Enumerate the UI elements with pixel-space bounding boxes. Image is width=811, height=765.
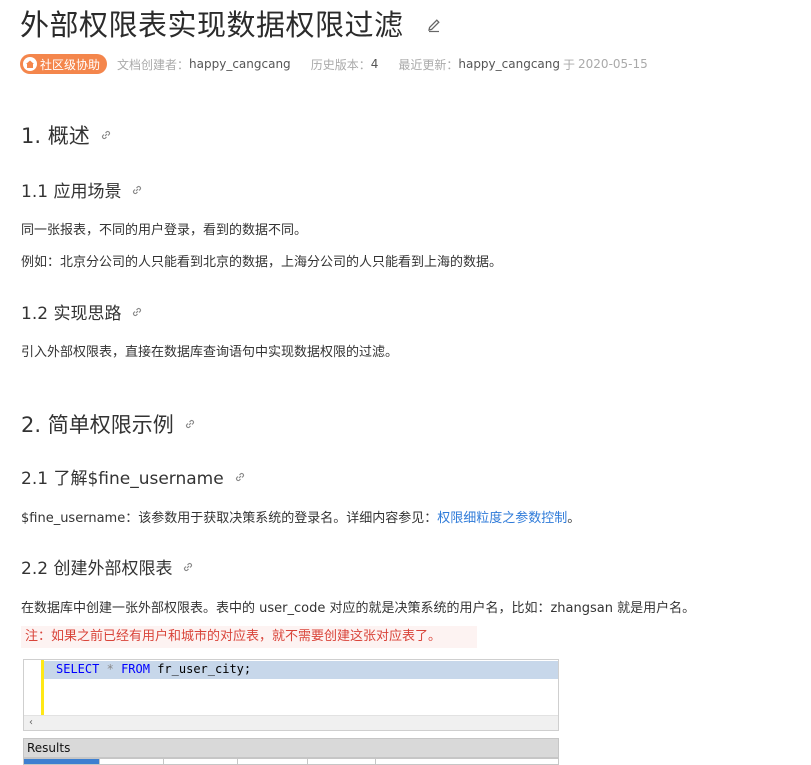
anchor-link-icon[interactable]	[131, 184, 143, 196]
updater-name: happy_cangcang	[458, 57, 561, 71]
creator-label: 文档创建者：	[117, 57, 190, 72]
heading-approach: 1.2 实现思路	[21, 299, 143, 324]
grid-column[interactable]	[308, 759, 376, 764]
community-badge: 社区级协助	[20, 54, 108, 74]
grid-column[interactable]	[164, 759, 238, 764]
version-label: 历史版本：	[310, 57, 371, 72]
scroll-left-arrow-icon[interactable]: ‹	[29, 716, 33, 730]
heading-text: 2.2 创建外部权限表	[21, 559, 173, 579]
paragraph: 同一张报表，不同的用户登录，看到的数据不同。	[21, 223, 308, 238]
table-name: fr_user_city;	[157, 662, 252, 676]
results-grid[interactable]	[23, 758, 559, 765]
paragraph: $fine_username：该参数用于获取决策系统的登录名。详细内容参见：权限…	[21, 507, 580, 526]
paragraph: 引入外部权限表，直接在数据库查询语句中实现数据权限的过滤。	[21, 345, 399, 360]
heading-text: 1.1 应用场景	[21, 182, 122, 202]
anchor-link-icon[interactable]	[100, 129, 112, 141]
heading-text: 2. 简单权限示例	[21, 413, 174, 437]
version-number[interactable]: 4	[371, 57, 379, 71]
heading-fine-username: 2.1 了解$fine_username	[21, 464, 246, 489]
paragraph-end: 。	[567, 511, 581, 526]
heading-scenario: 1.1 应用场景	[21, 177, 143, 202]
horizontal-scrollbar[interactable]: ‹	[24, 715, 558, 730]
article-meta: 社区级协助 文档创建者： happy_cangcang 历史版本： 4 最近更新…	[20, 54, 648, 74]
updated-prefix: 于	[563, 57, 576, 72]
heading-text: 1. 概述	[21, 124, 90, 148]
keyword: SELECT	[56, 662, 100, 676]
results-panel-header: Results	[23, 738, 559, 758]
heading-text: 2.1 了解$fine_username	[21, 469, 224, 489]
warning-note: 注：如果之前已经有用户和城市的对应表，就不需要创建这张对应表了。	[21, 626, 477, 648]
grid-column[interactable]	[238, 759, 308, 764]
updated-label: 最近更新：	[398, 57, 459, 72]
keyword: FROM	[121, 662, 150, 676]
sql-editor[interactable]: SELECT * FROM fr_user_city; ‹	[23, 659, 559, 731]
home-icon	[23, 57, 37, 71]
sql-code: SELECT * FROM fr_user_city;	[56, 662, 251, 676]
heading-create-table: 2.2 创建外部权限表	[21, 554, 194, 579]
gutter-marker	[41, 660, 44, 716]
grid-column[interactable]	[24, 759, 100, 764]
paragraph-text: $fine_username：该参数用于获取决策系统的登录名。详细内容参见：	[21, 511, 438, 526]
operator: *	[106, 662, 114, 676]
page-title: 外部权限表实现数据权限过滤	[20, 8, 404, 42]
updated-date: 2020-05-15	[578, 57, 648, 71]
anchor-link-icon[interactable]	[184, 418, 196, 430]
paragraph: 例如：北京分公司的人只能看到北京的数据，上海分公司的人只能看到上海的数据。	[21, 255, 503, 270]
edit-icon[interactable]	[426, 17, 442, 33]
paragraph: 在数据库中创建一张外部权限表。表中的 user_code 对应的就是决策系统的用…	[21, 601, 696, 616]
anchor-link-icon[interactable]	[131, 306, 143, 318]
anchor-link-icon[interactable]	[234, 471, 246, 483]
creator-name: happy_cangcang	[189, 57, 291, 71]
anchor-link-icon[interactable]	[182, 561, 194, 573]
heading-simple-example: 2. 简单权限示例	[21, 409, 196, 439]
heading-text: 1.2 实现思路	[21, 304, 122, 324]
grid-column[interactable]	[100, 759, 164, 764]
badge-label: 社区级协助	[40, 57, 101, 72]
heading-overview: 1. 概述	[21, 120, 112, 150]
param-control-link[interactable]: 权限细粒度之参数控制	[437, 511, 567, 526]
